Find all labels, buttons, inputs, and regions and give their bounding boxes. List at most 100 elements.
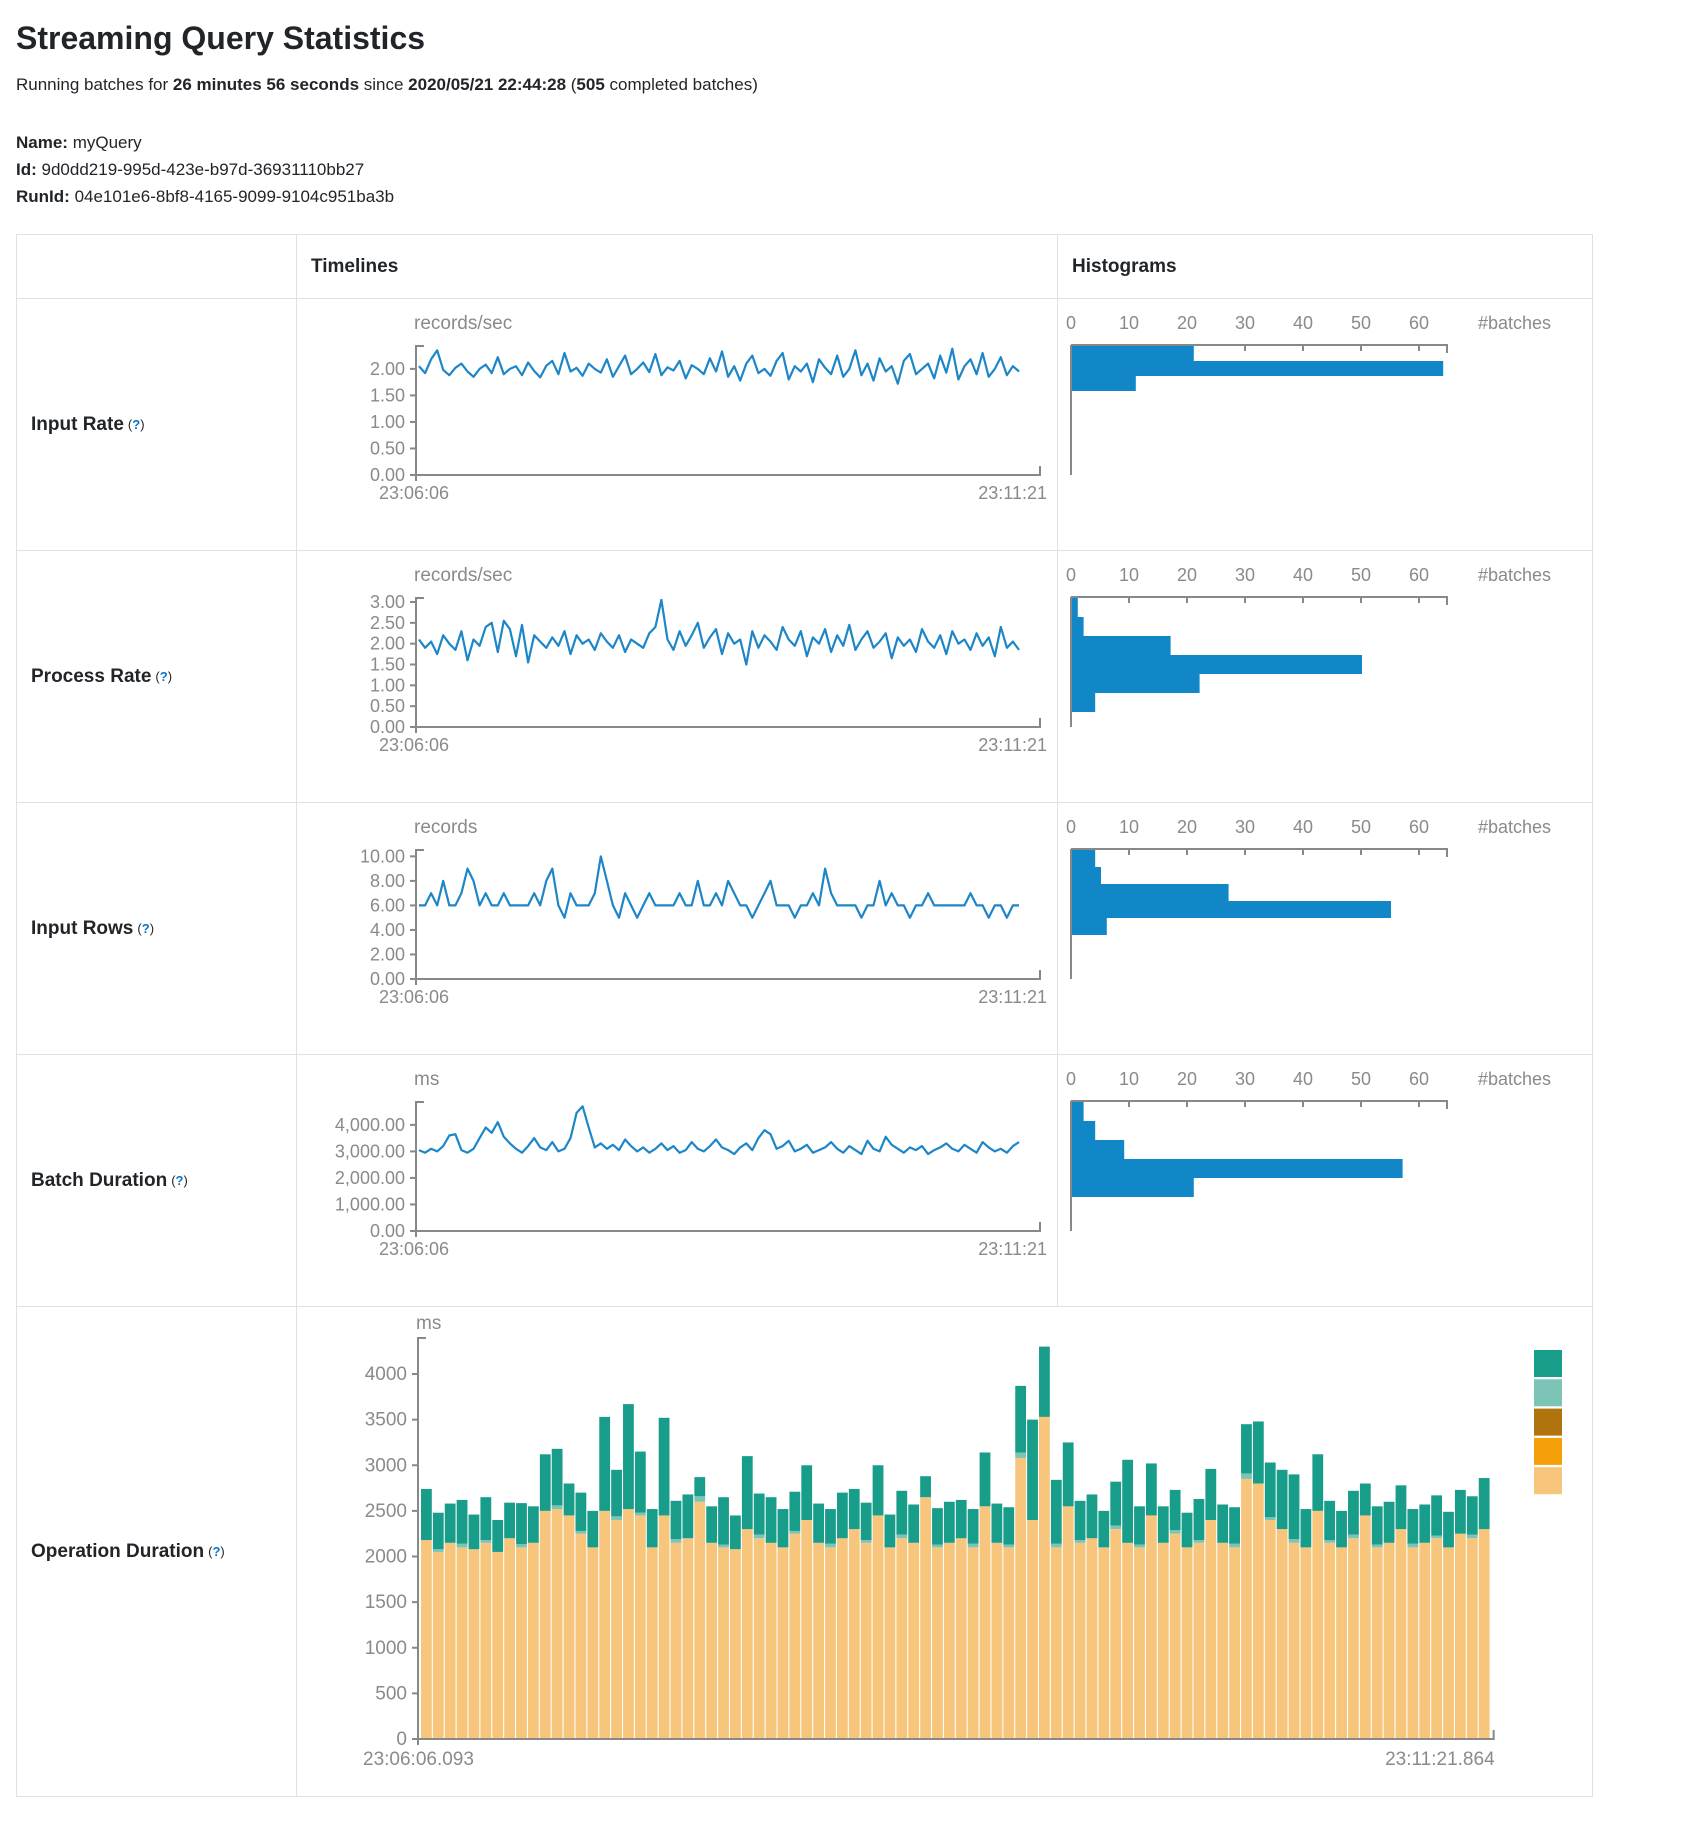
svg-text:3500: 3500 — [365, 1410, 407, 1431]
process-rate-histogram-chart: 0102030405060#batches — [1058, 551, 1590, 800]
running-batches-summary: Running batches for 26 minutes 56 second… — [16, 75, 1693, 95]
input-rows-label-cell: Input Rows(?) — [17, 803, 297, 1054]
runid-label: RunId: — [16, 187, 70, 206]
svg-text:0.00: 0.00 — [370, 1221, 405, 1241]
svg-text:60: 60 — [1409, 1069, 1429, 1089]
svg-text:1.00: 1.00 — [370, 412, 405, 432]
svg-text:2000: 2000 — [365, 1547, 407, 1568]
svg-text:23:11:21: 23:11:21 — [978, 735, 1047, 755]
running-prefix: Running batches for — [16, 75, 173, 94]
query-runid-row: RunId: 04e101e6-8bf8-4165-9099-9104c951b… — [16, 183, 1693, 210]
running-duration: 26 minutes 56 seconds — [173, 75, 359, 94]
operation-duration-label: Operation Duration — [31, 1541, 204, 1563]
svg-text:#batches: #batches — [1478, 1069, 1551, 1089]
svg-text:2.00: 2.00 — [370, 944, 405, 964]
svg-text:8.00: 8.00 — [370, 871, 405, 891]
svg-text:1500: 1500 — [365, 1592, 407, 1613]
stats-table-header: Timelines Histograms — [17, 235, 1592, 299]
page-title: Streaming Query Statistics — [16, 20, 1693, 57]
query-id-row: Id: 9d0dd219-995d-423e-b97d-36931110bb27 — [16, 156, 1693, 183]
process-rate-timeline-chart: records/sec0.000.501.001.502.002.503.002… — [297, 551, 1056, 800]
svg-text:10: 10 — [1119, 313, 1139, 333]
input-rate-timeline-cell: records/sec0.000.501.001.502.0023:06:062… — [297, 299, 1058, 550]
svg-text:23:11:21: 23:11:21 — [978, 1239, 1047, 1259]
legend-swatch — [1534, 1438, 1562, 1465]
process-rate-timeline-cell: records/sec0.000.501.001.502.002.503.002… — [297, 551, 1058, 802]
svg-text:30: 30 — [1235, 313, 1255, 333]
svg-text:2.50: 2.50 — [370, 613, 405, 633]
svg-text:40: 40 — [1293, 313, 1313, 333]
svg-text:1.50: 1.50 — [370, 655, 405, 675]
svg-text:2.00: 2.00 — [370, 359, 405, 379]
svg-text:4,000.00: 4,000.00 — [335, 1115, 405, 1135]
svg-text:4000: 4000 — [365, 1364, 407, 1385]
svg-text:10.00: 10.00 — [360, 846, 405, 866]
svg-text:40: 40 — [1293, 1069, 1313, 1089]
svg-text:1.00: 1.00 — [370, 675, 405, 695]
metric-row-process-rate: Process Rate (?) records/sec0.000.501.001.… — [17, 551, 1592, 803]
svg-text:23:06:06: 23:06:06 — [379, 987, 449, 1007]
svg-text:0: 0 — [396, 1729, 407, 1750]
legend-swatch — [1534, 1350, 1562, 1377]
svg-text:1000: 1000 — [365, 1638, 407, 1659]
help-icon[interactable]: (?) — [208, 1544, 225, 1559]
svg-text:500: 500 — [375, 1683, 407, 1704]
svg-text:40: 40 — [1293, 817, 1313, 837]
svg-text:ms: ms — [414, 1069, 439, 1090]
query-meta: Name: myQuery Id: 9d0dd219-995d-423e-b97… — [16, 129, 1693, 210]
operation-duration-chart-cell: ms0500100015002000250030003500400023:06:… — [297, 1307, 1592, 1796]
operation-duration-legend — [1534, 1350, 1562, 1494]
query-name-row: Name: myQuery — [16, 129, 1693, 156]
operation-duration-label-cell: Operation Duration (?) — [17, 1307, 297, 1796]
help-icon[interactable]: (?) — [171, 1173, 188, 1188]
svg-text:50: 50 — [1351, 1069, 1371, 1089]
svg-text:23:06:06: 23:06:06 — [379, 483, 449, 503]
svg-text:1.50: 1.50 — [370, 385, 405, 405]
id-value: 9d0dd219-995d-423e-b97d-36931110bb27 — [42, 160, 365, 179]
metric-row-batch-duration: Batch Duration (?) ms 0.00 1,000.00 2,000.00 3… — [17, 1055, 1592, 1307]
process-rate-label: Process Rate — [31, 666, 151, 688]
metric-header-cell — [17, 235, 297, 298]
svg-text:23:06:06.093: 23:06:06.093 — [363, 1749, 474, 1770]
batch-duration-label-cell: Batch Duration (?) — [17, 1055, 297, 1306]
process-rate-histogram-cell: 0102030405060#batches — [1058, 551, 1592, 802]
input-rate-timeline-chart: records/sec0.000.501.001.502.0023:06:062… — [297, 299, 1056, 548]
id-label: Id: — [16, 160, 37, 179]
svg-text:2.00: 2.00 — [370, 634, 405, 654]
input-rows-histogram-cell: 0102030405060#batches — [1058, 803, 1592, 1054]
svg-text:23:06:06: 23:06:06 — [379, 735, 449, 755]
svg-text:#batches: #batches — [1478, 565, 1551, 585]
help-icon[interactable]: (?) — [155, 669, 172, 684]
completed-count: 505 — [576, 75, 604, 94]
batch-duration-timeline-cell: ms0.001,000.002,000.003,000.004,000.0023… — [297, 1055, 1058, 1306]
input-rows-timeline-chart: records0.002.004.006.008.0010.0023:06:06… — [297, 803, 1056, 1052]
svg-text:30: 30 — [1235, 1069, 1255, 1089]
name-value: myQuery — [73, 133, 142, 152]
histograms-header: Histograms — [1058, 235, 1592, 298]
batch-duration-timeline-chart: ms0.001,000.002,000.003,000.004,000.0023… — [297, 1055, 1056, 1304]
input-rate-label-cell: Input Rate (?) — [17, 299, 297, 550]
svg-text:0: 0 — [1066, 817, 1076, 837]
svg-text:40: 40 — [1293, 565, 1313, 585]
help-icon[interactable]: (?) — [137, 921, 154, 936]
svg-text:23:11:21.864: 23:11:21.864 — [1385, 1749, 1495, 1770]
svg-text:2,000.00: 2,000.00 — [335, 1168, 405, 1188]
timelines-header: Timelines — [297, 235, 1058, 298]
svg-text:0.50: 0.50 — [370, 696, 405, 716]
input-rows-timeline-cell: records0.002.004.006.008.0010.0023:06:06… — [297, 803, 1058, 1054]
input-rate-histogram-cell: 0102030405060#batches — [1058, 299, 1592, 550]
streaming-query-statistics-page: Streaming Query Statistics Running batch… — [0, 0, 1693, 1827]
help-icon[interactable]: (?) — [128, 417, 145, 432]
input-rate-histogram-chart: 0102030405060#batches — [1058, 299, 1590, 548]
svg-text:20: 20 — [1177, 817, 1197, 837]
batch-duration-label: Batch Duration — [31, 1170, 167, 1192]
metric-rows: Input Rate (?) records/sec0.000.501.001.50… — [17, 299, 1592, 1307]
batch-duration-histogram-cell: 0102030405060#batches — [1058, 1055, 1592, 1306]
svg-text:20: 20 — [1177, 1069, 1197, 1089]
input-rate-label: Input Rate — [31, 414, 124, 436]
legend-swatch — [1534, 1379, 1562, 1406]
svg-text:3.00: 3.00 — [370, 592, 405, 612]
operation-duration-chart: ms0500100015002000250030003500400023:06:… — [297, 1307, 1590, 1795]
svg-text:0: 0 — [1066, 313, 1076, 333]
svg-text:1,000.00: 1,000.00 — [335, 1194, 405, 1214]
